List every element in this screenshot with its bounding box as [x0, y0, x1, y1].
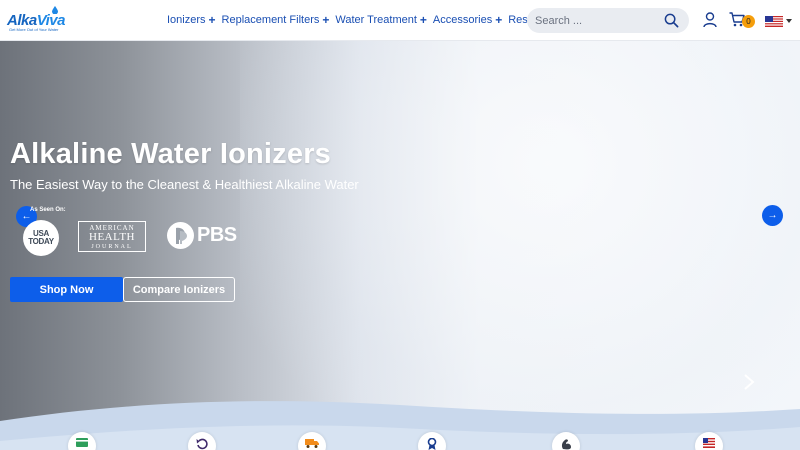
chevron-down-icon[interactable] [786, 19, 792, 23]
usa-icon[interactable] [695, 432, 723, 450]
return-icon[interactable] [188, 432, 216, 450]
usa-today-text: TODAY [28, 237, 54, 246]
user-icon[interactable] [703, 12, 717, 28]
plus-icon: + [208, 13, 216, 27]
pbs-logo: PBS [167, 221, 237, 249]
plus-icon: + [495, 13, 503, 27]
logo-tagline: Get More Out of Your Water [9, 27, 59, 32]
nav-label: Water Treatment [335, 14, 417, 26]
feature-icons-row [0, 432, 800, 450]
shop-now-button[interactable]: Shop Now [10, 277, 123, 302]
hero-banner: Alkaline Water Ionizers The Easiest Way … [0, 41, 800, 450]
site-header: AlkaViva Get More Out of Your Water Ioni… [0, 0, 800, 41]
search-icon[interactable] [664, 13, 679, 28]
shipping-icon[interactable] [298, 432, 326, 450]
cart-count-badge: 0 [742, 15, 755, 28]
alkaviva-logo[interactable]: AlkaViva Get More Out of Your Water [7, 6, 77, 34]
arrow-right-icon: → [767, 210, 778, 221]
hero-title: Alkaline Water Ionizers [10, 138, 332, 170]
carousel-next-button[interactable]: → [762, 205, 783, 226]
nav-item-replacement-filters[interactable]: Replacement Filters + [222, 13, 330, 27]
us-flag-icon[interactable] [765, 16, 783, 27]
compare-ionizers-button[interactable]: Compare Ionizers [123, 277, 235, 302]
nav-label: Replacement Filters [221, 14, 320, 26]
plus-icon: + [419, 13, 427, 27]
nav-item-ionizers[interactable]: Ionizers + [167, 13, 216, 27]
nav-label: Accessories [432, 14, 493, 26]
usa-today-logo: USA TODAY [23, 220, 59, 256]
nav-item-accessories[interactable]: Accessories + [433, 13, 502, 27]
hero-subtitle: The Easiest Way to the Cleanest & Health… [10, 177, 359, 192]
main-navigation: Ionizers + Replacement Filters + Water Tre… [167, 13, 577, 27]
seen-on-label: As Seen On: [30, 207, 66, 213]
pbs-text: PBS [197, 223, 237, 246]
search-bar [527, 8, 689, 33]
award-icon[interactable] [418, 432, 446, 450]
pbs-head-icon [167, 221, 194, 249]
strength-icon[interactable] [552, 432, 580, 450]
nav-item-water-treatment[interactable]: Water Treatment + [335, 13, 427, 27]
nav-label: Ionizers [167, 14, 206, 26]
water-drop-icon [52, 6, 58, 14]
card-icon[interactable] [68, 432, 96, 450]
search-input[interactable] [527, 14, 652, 27]
plus-icon: + [322, 13, 330, 27]
american-health-journal-logo: AMERICAN HEALTH JOURNAL [78, 221, 146, 252]
ahj-text: HEALTH [89, 231, 135, 243]
ahj-text: JOURNAL [91, 244, 133, 250]
